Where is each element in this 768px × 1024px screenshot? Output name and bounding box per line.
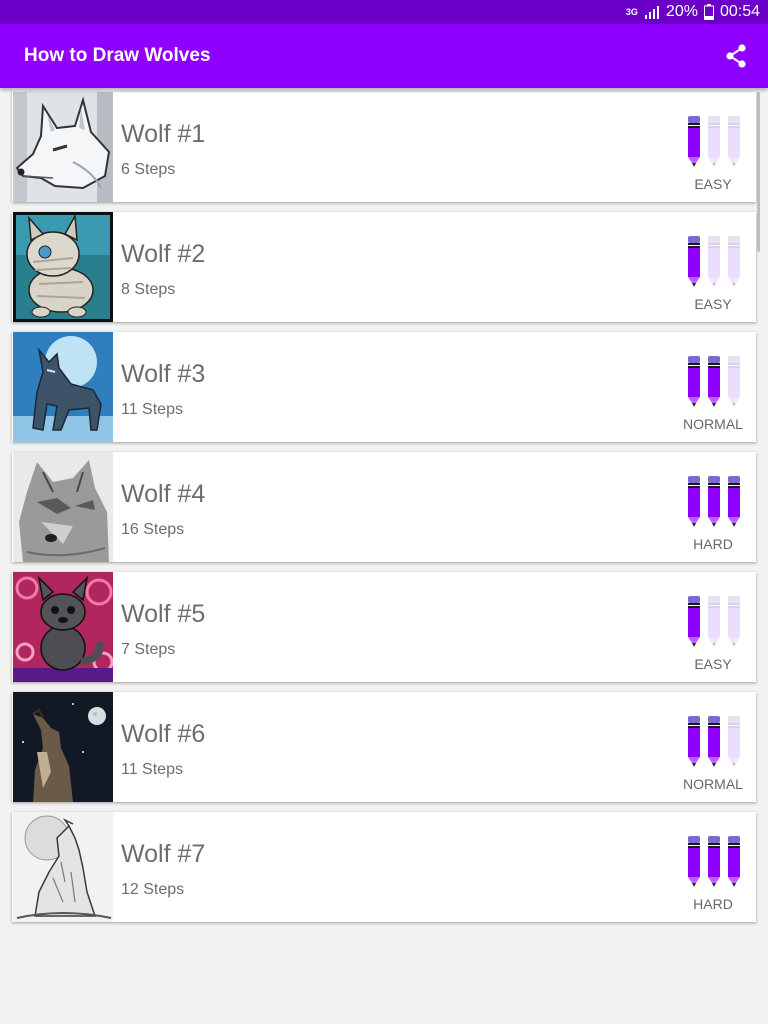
drawing-title: Wolf #6 bbox=[121, 720, 206, 748]
difficulty-label: HARD bbox=[693, 896, 733, 912]
battery-icon bbox=[703, 4, 714, 20]
difficulty-indicator: HARD bbox=[670, 812, 756, 922]
step-count: 8 Steps bbox=[121, 281, 176, 298]
pencil-icon bbox=[707, 596, 721, 648]
difficulty-pencils bbox=[687, 236, 747, 288]
pencil-icon bbox=[687, 476, 701, 528]
drawing-title: Wolf #7 bbox=[121, 840, 206, 868]
list-item[interactable]: Wolf #1 6 Steps EASY bbox=[12, 92, 756, 202]
thumbnail-wolf-under-moon bbox=[13, 332, 113, 442]
pencil-icon bbox=[727, 596, 741, 648]
list-item[interactable]: Wolf #4 16 Steps HARD bbox=[12, 452, 756, 562]
pencil-icon bbox=[687, 836, 701, 888]
difficulty-label: EASY bbox=[694, 296, 732, 312]
difficulty-indicator: EASY bbox=[670, 92, 756, 202]
pencil-icon bbox=[687, 596, 701, 648]
difficulty-label: NORMAL bbox=[683, 776, 743, 792]
network-type: 3G bbox=[625, 6, 638, 17]
pencil-icon bbox=[707, 116, 721, 168]
thumbnail-howling-wolf-night bbox=[13, 692, 113, 802]
difficulty-label: NORMAL bbox=[683, 416, 743, 432]
list-item[interactable]: Wolf #3 11 Steps NORMAL bbox=[12, 332, 756, 442]
pencil-icon bbox=[687, 116, 701, 168]
thumbnail-cartoon-wolf-pup bbox=[13, 572, 113, 682]
pencil-icon bbox=[727, 716, 741, 768]
pencil-icon bbox=[687, 716, 701, 768]
thumbnail-bandaged-wolf-pup bbox=[13, 212, 113, 322]
pencil-icon bbox=[687, 356, 701, 408]
pencil-icon bbox=[707, 236, 721, 288]
drawing-title: Wolf #5 bbox=[121, 600, 206, 628]
difficulty-indicator: NORMAL bbox=[670, 692, 756, 802]
list-item[interactable]: Wolf #5 7 Steps EASY bbox=[12, 572, 756, 682]
difficulty-pencils bbox=[687, 836, 747, 888]
pencil-icon bbox=[707, 476, 721, 528]
drawing-title: Wolf #1 bbox=[121, 120, 206, 148]
signal-icon bbox=[644, 5, 660, 19]
app-bar: How to Draw Wolves bbox=[0, 24, 768, 88]
drawing-title: Wolf #4 bbox=[121, 480, 206, 508]
difficulty-indicator: EASY bbox=[670, 212, 756, 322]
difficulty-label: EASY bbox=[694, 656, 732, 672]
difficulty-label: EASY bbox=[694, 176, 732, 192]
difficulty-pencils bbox=[687, 116, 747, 168]
step-count: 12 Steps bbox=[121, 881, 185, 898]
thumbnail-realistic-wolf-portrait bbox=[13, 452, 113, 562]
step-count: 11 Steps bbox=[121, 401, 183, 418]
pencil-icon bbox=[727, 236, 741, 288]
battery-percent: 20% bbox=[665, 3, 698, 20]
list-item[interactable]: Wolf #7 12 Steps HARD bbox=[12, 812, 756, 922]
difficulty-indicator: NORMAL bbox=[670, 332, 756, 442]
pencil-icon bbox=[707, 836, 721, 888]
pencil-icon bbox=[687, 236, 701, 288]
step-count: 16 Steps bbox=[121, 521, 185, 538]
drawing-title: Wolf #2 bbox=[121, 240, 206, 268]
pencil-icon bbox=[707, 356, 721, 408]
share-icon bbox=[726, 44, 746, 68]
step-count: 7 Steps bbox=[121, 641, 176, 658]
clock: 00:54 bbox=[719, 3, 760, 20]
pencil-icon bbox=[707, 716, 721, 768]
drawing-title: Wolf #3 bbox=[121, 360, 206, 388]
scrollbar[interactable] bbox=[757, 92, 760, 252]
app-title: How to Draw Wolves bbox=[24, 45, 211, 66]
list-item[interactable]: Wolf #6 11 Steps NORMAL bbox=[12, 692, 756, 802]
difficulty-pencils bbox=[687, 596, 747, 648]
difficulty-indicator: EASY bbox=[670, 572, 756, 682]
difficulty-pencils bbox=[687, 716, 747, 768]
status-bar: 3G 20% 00:54 bbox=[0, 0, 768, 24]
thumbnail-white-wolf-head bbox=[13, 92, 113, 202]
drawing-list: Wolf #1 6 Steps EASY Wolf #2 8 Steps EAS… bbox=[12, 92, 756, 932]
difficulty-indicator: HARD bbox=[670, 452, 756, 562]
share-button[interactable] bbox=[722, 42, 750, 70]
pencil-icon bbox=[727, 356, 741, 408]
list-item[interactable]: Wolf #2 8 Steps EASY bbox=[12, 212, 756, 322]
pencil-icon bbox=[727, 836, 741, 888]
step-count: 6 Steps bbox=[121, 161, 176, 178]
difficulty-label: HARD bbox=[693, 536, 733, 552]
difficulty-pencils bbox=[687, 356, 747, 408]
thumbnail-howling-wolf-sketch bbox=[13, 812, 113, 922]
pencil-icon bbox=[727, 116, 741, 168]
difficulty-pencils bbox=[687, 476, 747, 528]
step-count: 11 Steps bbox=[121, 761, 183, 778]
pencil-icon bbox=[727, 476, 741, 528]
